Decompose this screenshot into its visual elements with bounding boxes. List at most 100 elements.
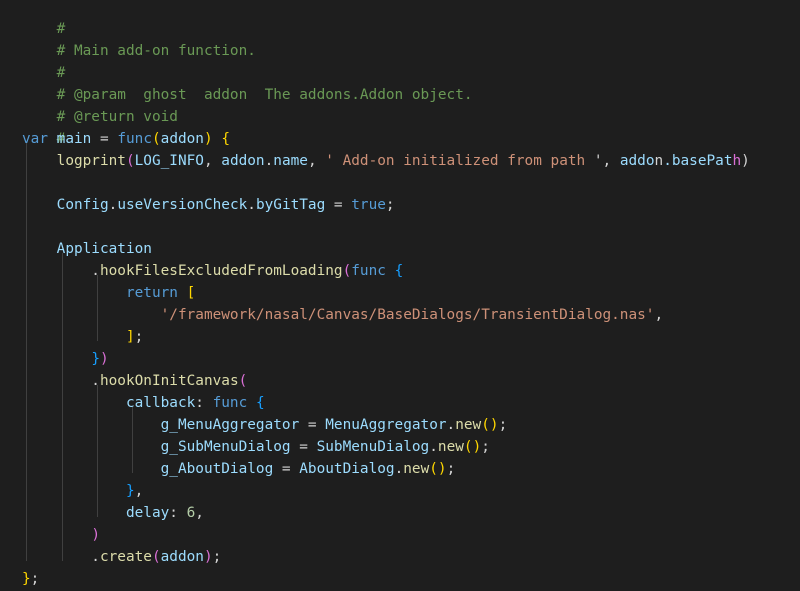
keyword-token: func xyxy=(351,263,386,279)
punctuation-token xyxy=(48,131,57,147)
punctuation-token xyxy=(22,439,161,455)
punctuation-token: ; xyxy=(30,571,40,587)
code-editor[interactable]: # # Main add-on function. # # @param gho… xyxy=(0,0,800,591)
code-line-9[interactable] xyxy=(22,172,57,194)
code-line-3[interactable]: # xyxy=(22,40,66,81)
identifier-token: addo xyxy=(611,153,655,169)
bracket-token: ( xyxy=(463,439,473,455)
bracket-token: ) xyxy=(203,549,213,565)
punctuation-token: ; xyxy=(134,329,144,345)
code-line-22[interactable]: g_AboutDialog = AboutDialog.new(); xyxy=(22,458,456,480)
identifier-token: .basePat xyxy=(663,153,733,169)
identifier-token: g_AboutDialog xyxy=(160,461,274,477)
function-token: new xyxy=(437,439,464,455)
identifier-token: Application xyxy=(56,241,152,257)
bracket-token: ) xyxy=(472,439,482,455)
punctuation-token xyxy=(22,527,91,543)
bracket-token: } xyxy=(91,351,100,367)
code-line-13[interactable]: .hookFilesExcludedFromLoading(func { xyxy=(22,260,403,282)
punctuation-token: = xyxy=(299,417,326,433)
punctuation-token: ) xyxy=(741,153,750,169)
punctuation-token: ; xyxy=(498,417,508,433)
punctuation-token: : xyxy=(169,505,187,521)
keyword-token: var xyxy=(22,131,48,147)
string-token: '/framework/nasal/Canvas/BaseDialogs/Tra… xyxy=(160,307,655,323)
punctuation-token: . xyxy=(22,549,100,565)
bracket-token: [ xyxy=(186,285,196,301)
identifier-token: byGitTag xyxy=(255,197,326,213)
identifier-token: callback xyxy=(125,395,196,411)
bracket-token: ( xyxy=(342,263,352,279)
function-token: new xyxy=(455,417,482,433)
code-line-15[interactable]: '/framework/nasal/Canvas/BaseDialogs/Tra… xyxy=(22,304,664,326)
punctuation-token: : xyxy=(195,395,213,411)
identifier-token: main xyxy=(56,131,92,147)
string-token: ' Add-on initialized from path xyxy=(325,153,594,169)
punctuation-token xyxy=(22,329,126,345)
function-token: create xyxy=(99,549,152,565)
punctuation-token: = xyxy=(273,461,300,477)
code-line-20[interactable]: g_MenuAggregator = MenuAggregator.new(); xyxy=(22,414,508,436)
punctuation-token xyxy=(178,285,187,301)
punctuation-token xyxy=(22,505,126,521)
punctuation-token: , xyxy=(195,505,204,521)
code-line-10[interactable]: Config.useVersionCheck.byGitTag = true; xyxy=(22,194,395,216)
punctuation-token xyxy=(22,417,161,433)
code-line-21[interactable]: g_SubMenuDialog = SubMenuDialog.new(); xyxy=(22,436,490,458)
identifier-token: addon xyxy=(160,131,204,147)
code-line-16[interactable]: ]; xyxy=(22,326,143,348)
code-line-8[interactable]: logprint(LOG_INFO, addon.name, ' Add-on … xyxy=(22,150,750,172)
bracket-token: ] xyxy=(125,329,135,345)
punctuation-token xyxy=(22,153,57,169)
identifier-token: Config xyxy=(56,197,109,213)
punctuation-token xyxy=(22,461,161,477)
code-line-26[interactable]: .create(addon); xyxy=(22,546,221,568)
code-line-4[interactable]: # @param ghost addon The addons.Addon ob… xyxy=(22,62,473,103)
bracket-token: { xyxy=(221,131,230,147)
code-line-17[interactable]: }) xyxy=(22,348,108,370)
code-line-23[interactable]: }, xyxy=(22,480,143,502)
keyword-token: true xyxy=(351,197,386,213)
identifier-token: addon xyxy=(160,549,204,565)
identifier-token: SubMenuDialog xyxy=(316,439,430,455)
number-token: 6 xyxy=(186,505,196,521)
punctuation-token: = xyxy=(91,131,118,147)
bracket-token: ) xyxy=(203,131,213,147)
identifier-token: delay xyxy=(125,505,170,521)
keyword-token: func xyxy=(212,395,248,411)
punctuation-token: ; xyxy=(212,549,222,565)
code-line-1[interactable]: # xyxy=(22,0,66,37)
bracket-token: ) xyxy=(489,417,499,433)
bracket-token: } xyxy=(22,571,31,587)
bracket-token: ( xyxy=(429,461,438,477)
punctuation-token xyxy=(22,307,161,323)
code-line-19[interactable]: callback: func { xyxy=(22,392,265,414)
keyword-token: return xyxy=(125,285,178,301)
bracket-token: h xyxy=(732,153,742,169)
code-line-5[interactable]: # @return void xyxy=(22,84,178,125)
code-line-24[interactable]: delay: 6, xyxy=(22,502,204,524)
code-line-11[interactable] xyxy=(22,216,57,238)
code-line-18[interactable]: .hookOnInitCanvas( xyxy=(22,370,247,392)
code-line-6[interactable]: # xyxy=(22,106,66,147)
punctuation-token: ; xyxy=(481,439,490,455)
function-token: logprint xyxy=(56,153,126,169)
punctuation-token: . xyxy=(22,263,100,279)
punctuation-token: . xyxy=(446,417,456,433)
punctuation-token: ; xyxy=(385,197,395,213)
bracket-token: ( xyxy=(125,153,135,169)
code-line-25[interactable]: ) xyxy=(22,524,100,546)
punctuation-token: . xyxy=(394,461,404,477)
punctuation-token: . xyxy=(429,439,438,455)
code-line-14[interactable]: return [ xyxy=(22,282,195,304)
punctuation-token xyxy=(22,483,126,499)
identifier-token: useVersionCheck xyxy=(117,197,248,213)
code-line-27[interactable]: }; xyxy=(22,568,39,590)
punctuation-token: , xyxy=(307,153,326,169)
punctuation-token: . xyxy=(108,197,118,213)
code-line-7[interactable]: var main = func(addon) { xyxy=(22,128,230,150)
function-token: hookFilesExcludedFromLoading xyxy=(99,263,343,279)
code-line-12[interactable]: Application xyxy=(22,238,152,260)
punctuation-token: ', xyxy=(593,153,612,169)
code-line-2[interactable]: # Main add-on function. xyxy=(22,18,256,59)
